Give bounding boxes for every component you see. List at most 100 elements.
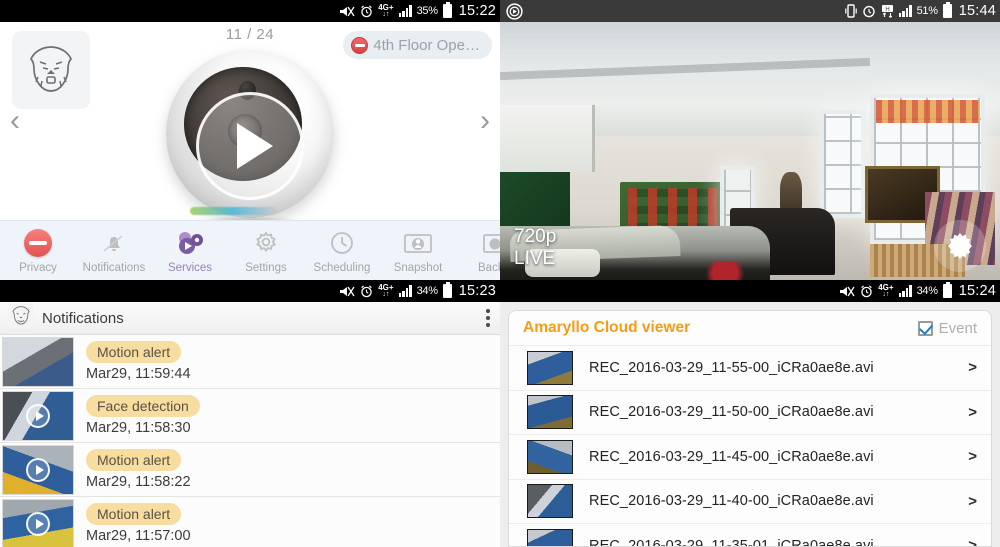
recording-thumbnail[interactable] xyxy=(527,439,573,474)
network-4g-icon: 4G+ ↓↑ xyxy=(378,3,394,19)
status-badge: Face detection xyxy=(86,395,200,417)
device-carousel-body: 11 / 24 4th Floor Ope… ‹ › xyxy=(0,22,500,228)
kebab-menu-icon[interactable] xyxy=(486,309,490,327)
notification-thumbnail[interactable] xyxy=(2,390,74,441)
statusbar-live: H 51% 15:44 xyxy=(500,0,1000,22)
statusbar-right-group-live: H 51% 15:44 xyxy=(844,2,996,19)
statusbar-cloud: 4G+ ↓↑ 34% 15:24 xyxy=(500,280,1000,302)
toolbar-label-background: Backg xyxy=(478,261,500,274)
panel-device-carousel: 4G+ ↓↑ 35% 15:22 11 / 24 4th Floor Ope… … xyxy=(0,0,500,280)
mute-icon xyxy=(338,5,355,18)
notification-meta: Motion alert Mar29, 11:57:00 xyxy=(86,503,191,544)
notification-timestamp: Mar29, 11:58:22 xyxy=(86,474,191,490)
toolbar-item-services[interactable]: Services xyxy=(152,228,228,274)
clock-label: 15:44 xyxy=(958,3,996,19)
event-filter-checkbox[interactable]: Event xyxy=(917,319,977,337)
signal-bars-icon xyxy=(898,5,912,17)
play-icon[interactable] xyxy=(26,511,50,536)
carousel-next-arrow[interactable]: › xyxy=(480,106,490,136)
signal-bars-icon xyxy=(398,5,412,17)
toolbar-item-snapshot[interactable]: Snapshot xyxy=(380,228,456,274)
chevron-right-icon[interactable]: > xyxy=(968,537,977,546)
notification-thumbnail[interactable] xyxy=(2,498,74,547)
notification-row[interactable]: Motion alert Mar29, 11:58:22 xyxy=(0,443,500,497)
recording-thumbnail[interactable] xyxy=(527,484,573,519)
toolbar-label-snapshot: Snapshot xyxy=(393,261,443,274)
gear-icon xyxy=(948,233,972,259)
chevron-right-icon[interactable]: > xyxy=(968,493,977,510)
checkbox-icon[interactable] xyxy=(917,320,933,336)
toolbar-item-scheduling[interactable]: Scheduling xyxy=(304,228,380,274)
live-settings-button[interactable] xyxy=(934,220,986,272)
notification-thumbnail[interactable] xyxy=(2,336,74,387)
camera-device-illustration[interactable] xyxy=(166,50,334,228)
alarm-icon xyxy=(862,4,876,18)
chevron-right-icon[interactable]: > xyxy=(968,448,977,465)
notification-timestamp: Mar29, 11:59:44 xyxy=(86,366,191,382)
carousel-prev-arrow[interactable]: ‹ xyxy=(10,106,20,136)
play-icon[interactable] xyxy=(26,403,50,428)
scene-door xyxy=(500,104,595,172)
clock-label: 15:24 xyxy=(958,283,996,299)
privacy-status-chip[interactable]: 4th Floor Ope… xyxy=(343,31,492,59)
bell-icon xyxy=(76,228,152,258)
panel-live-view: H 51% 15:44 720p LIVE xyxy=(500,0,1000,280)
notification-meta: Motion alert Mar29, 11:59:44 xyxy=(86,341,191,382)
scene-window-mid xyxy=(820,109,865,219)
recording-thumbnail[interactable] xyxy=(527,350,573,385)
play-icon[interactable] xyxy=(26,457,50,482)
recording-filename: REC_2016-03-29_11-45-00_iCRa0ae8e.avi xyxy=(589,448,874,465)
network-4g-icon: 4G+ ↓↑ xyxy=(878,283,894,299)
notification-timestamp: Mar29, 11:57:00 xyxy=(86,528,191,544)
chevron-right-icon[interactable]: > xyxy=(968,359,977,376)
battery-icon xyxy=(442,282,452,298)
page-title: Amaryllo Cloud viewer xyxy=(523,319,691,336)
toolbar-label-settings: Settings xyxy=(245,261,287,274)
recording-filename: REC_2016-03-29_11-40-00_iCRa0ae8e.avi xyxy=(589,493,874,510)
toolbar-item-background[interactable]: Backg xyxy=(456,228,500,274)
recording-thumbnail[interactable] xyxy=(527,528,573,546)
record-circle-icon xyxy=(506,2,523,20)
statusbar-right-group-notif: 4G+ ↓↑ 34% 15:23 xyxy=(338,282,496,299)
table-row[interactable]: REC_2016-03-29_11-35-01_iCRa0ae8e.avi > xyxy=(509,523,991,547)
statusbar-right-group: 4G+ ↓↑ 35% 15:22 xyxy=(338,2,496,19)
table-row[interactable]: REC_2016-03-29_11-50-00_iCRa0ae8e.avi > xyxy=(509,389,991,435)
notification-row[interactable]: Motion alert Mar29, 11:57:00 xyxy=(0,497,500,547)
play-triangle-icon xyxy=(236,122,273,169)
notifications-header: Notifications xyxy=(0,302,500,335)
toolbar-item-notifications[interactable]: Notifications xyxy=(76,228,152,274)
table-row[interactable]: REC_2016-03-29_11-45-00_iCRa0ae8e.avi > xyxy=(509,434,991,479)
network-4g-icon: 4G+ ↓↑ xyxy=(378,283,394,299)
recording-filename: REC_2016-03-29_11-50-00_iCRa0ae8e.avi xyxy=(589,404,874,421)
privacy-chip-label: 4th Floor Ope… xyxy=(373,36,480,54)
recording-thumbnail[interactable] xyxy=(527,395,573,430)
svg-text:H: H xyxy=(885,7,889,13)
notification-thumbnail[interactable] xyxy=(2,444,74,495)
panel-cloud-viewer: 4G+ ↓↑ 34% 15:24 Amaryllo Cloud viewer Ev… xyxy=(500,280,1000,547)
stream-status-badge: 720p LIVE xyxy=(514,226,556,270)
signal-bars-icon xyxy=(398,285,412,297)
alarm-icon xyxy=(860,285,873,298)
battery-percent-label: 35% xyxy=(416,5,438,17)
statusbar-device: 4G+ ↓↑ 35% 15:22 xyxy=(0,0,500,22)
event-filter-label: Event xyxy=(938,319,977,337)
data-transfer-icon: H xyxy=(881,4,894,18)
chevron-right-icon[interactable]: > xyxy=(968,404,977,421)
notification-row[interactable]: Motion alert Mar29, 11:59:44 xyxy=(0,335,500,389)
table-row[interactable]: REC_2016-03-29_11-55-00_iCRa0ae8e.avi > xyxy=(509,345,991,390)
notification-meta: Face detection Mar29, 11:58:30 xyxy=(86,395,200,436)
table-row[interactable]: REC_2016-03-29_11-40-00_iCRa0ae8e.avi > xyxy=(509,478,991,524)
live-video-stream[interactable]: 720p LIVE xyxy=(500,22,1000,280)
battery-percent-label: 34% xyxy=(916,285,938,297)
panel-notifications: 4G+ ↓↑ 34% 15:23 Notifications Motion al… xyxy=(0,280,500,547)
toolbar-item-settings[interactable]: Settings xyxy=(228,228,304,274)
statusbar-right-group-cloud: 4G+ ↓↑ 34% 15:24 xyxy=(838,282,996,299)
toolbar-label-scheduling: Scheduling xyxy=(313,261,371,274)
battery-icon xyxy=(942,282,952,298)
play-overlay-button[interactable] xyxy=(196,91,304,200)
notification-meta: Motion alert Mar29, 11:58:22 xyxy=(86,449,191,490)
recording-filename: REC_2016-03-29_11-35-01_iCRa0ae8e.avi xyxy=(589,537,874,547)
battery-icon xyxy=(942,2,952,18)
toolbar-item-privacy[interactable]: Privacy xyxy=(0,228,76,274)
notification-row[interactable]: Face detection Mar29, 11:58:30 xyxy=(0,389,500,443)
